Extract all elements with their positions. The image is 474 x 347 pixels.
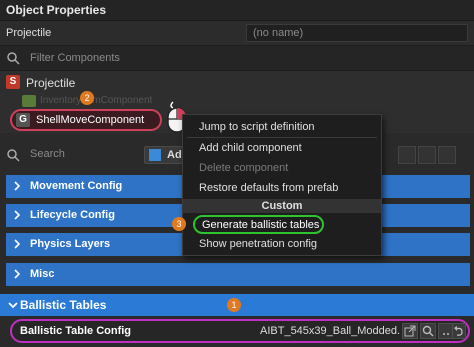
- chevron-down-icon: [8, 302, 18, 309]
- title-bar: Object Properties: [0, 0, 474, 21]
- menu-item-add-child-component[interactable]: Add child component: [199, 142, 302, 154]
- reset-button[interactable]: [452, 323, 466, 339]
- ellipsis-icon: [443, 333, 449, 335]
- menu-separator: [187, 137, 377, 138]
- toolbar-button-3[interactable]: [438, 146, 456, 164]
- section-misc[interactable]: Misc: [6, 263, 470, 286]
- selected-component-label: ShellMoveComponent: [36, 114, 145, 126]
- ballistic-table-config-row: Ballistic Table Config AIBT_545x39_Ball_…: [10, 319, 470, 343]
- section-label: Misc: [30, 268, 55, 280]
- menu-item-delete-component: Delete component: [199, 162, 289, 174]
- search-icon: [422, 325, 434, 337]
- name-field[interactable]: (no name): [246, 24, 468, 42]
- menu-item-label: Generate ballistic tables: [202, 219, 320, 231]
- chevron-right-icon: [14, 239, 21, 249]
- entity-script-icon: S: [6, 75, 20, 89]
- open-external-button[interactable]: [402, 323, 418, 339]
- section-label: Ballistic Tables: [20, 298, 107, 312]
- undo-icon: [454, 326, 463, 336]
- filter-components-row[interactable]: Filter Components: [0, 46, 474, 71]
- context-menu: Jump to script definition Add child comp…: [182, 114, 382, 256]
- ballistic-table-config-label: Ballistic Table Config: [20, 325, 132, 337]
- tree-item-hidden-component[interactable]: InventoryItemComponent: [40, 95, 152, 106]
- entity-name: Projectile: [6, 27, 52, 39]
- chevron-right-icon: [14, 210, 21, 220]
- step-badge-2: 2: [80, 91, 94, 105]
- menu-item-jump-to-script[interactable]: Jump to script definition: [199, 121, 315, 133]
- ballistic-table-config-value[interactable]: AIBT_545x39_Ball_Modded.co: [260, 325, 400, 337]
- menu-item-show-penetration-config[interactable]: Show penetration config: [199, 238, 317, 250]
- toolbar-button-1[interactable]: [398, 146, 416, 164]
- add-component-label: Ad: [167, 149, 182, 161]
- entity-name-row: Projectile (no name): [0, 21, 474, 46]
- section-label: Movement Config: [30, 180, 123, 192]
- step-badge-3: 3: [172, 217, 186, 231]
- panel-title: Object Properties: [6, 3, 107, 17]
- add-component-button[interactable]: Ad: [144, 146, 184, 164]
- component-g-icon: G: [16, 113, 30, 127]
- section-label: Lifecycle Config: [30, 209, 115, 221]
- step-badge-1: 1: [227, 298, 241, 312]
- chevron-right-icon: [14, 181, 21, 191]
- menu-item-generate-ballistic-tables[interactable]: Generate ballistic tables: [193, 215, 324, 234]
- component-icon: [22, 95, 36, 107]
- open-external-icon: [404, 325, 416, 337]
- tree-item-projectile[interactable]: Projectile: [26, 76, 75, 90]
- section-label: Physics Layers: [30, 238, 111, 250]
- search-input[interactable]: Search: [30, 148, 65, 160]
- menu-section-custom: Custom: [183, 199, 381, 213]
- cube-icon: [149, 149, 161, 161]
- search-icon: [7, 149, 20, 162]
- toolbar-button-2[interactable]: [418, 146, 436, 164]
- search-icon: [7, 52, 20, 65]
- filter-components-input[interactable]: Filter Components: [30, 52, 120, 64]
- tree-item-shellmovecomponent[interactable]: G ShellMoveComponent: [10, 109, 162, 131]
- browse-search-button[interactable]: [420, 323, 436, 339]
- name-field-placeholder: (no name): [253, 27, 304, 39]
- chevron-right-icon: [14, 269, 21, 279]
- menu-item-restore-defaults[interactable]: Restore defaults from prefab: [199, 182, 338, 194]
